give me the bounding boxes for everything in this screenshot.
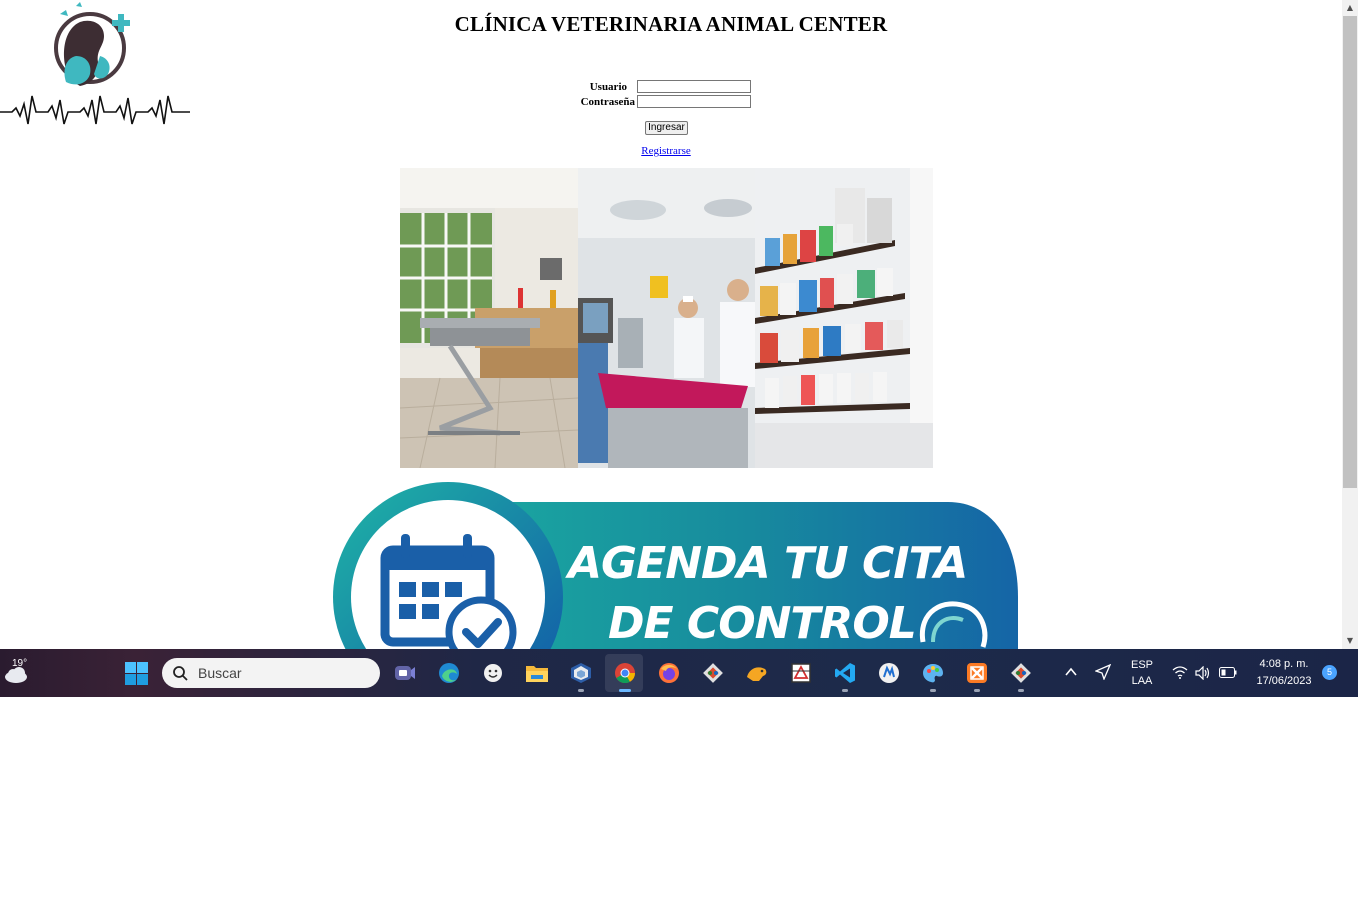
- exam-room-photo: [400, 168, 578, 468]
- file-explorer-icon[interactable]: [525, 661, 549, 685]
- running-indicator: [930, 689, 936, 692]
- username-label: Usuario: [589, 81, 627, 93]
- chrome-icon[interactable]: [613, 661, 637, 685]
- browser-viewport: CLÍNICA VETERINARIA ANIMAL CENTER Usuari…: [0, 0, 1342, 649]
- banner-line2: DE CONTROL: [608, 598, 917, 649]
- paint-icon[interactable]: [921, 661, 945, 685]
- register-link[interactable]: Registrarse: [0, 145, 1332, 157]
- edge-dev-icon[interactable]: [877, 661, 901, 685]
- scroll-up-arrow[interactable]: ▲: [1342, 0, 1358, 16]
- page-title: CLÍNICA VETERINARIA ANIMAL CENTER: [454, 12, 888, 36]
- clinic-photos: [400, 168, 933, 468]
- scrollbar-thumb[interactable]: [1343, 16, 1357, 488]
- password-input[interactable]: [637, 95, 751, 108]
- login-button[interactable]: Ingresar: [645, 121, 688, 135]
- notification-badge[interactable]: 5: [1322, 665, 1337, 680]
- teams-icon[interactable]: [393, 661, 417, 685]
- vscode-icon[interactable]: [833, 661, 857, 685]
- location-arrow-icon[interactable]: [1095, 664, 1111, 680]
- dbeaver-icon[interactable]: [745, 661, 769, 685]
- windows-start-icon[interactable]: [125, 662, 148, 685]
- clock-time[interactable]: 4:08 p. m.: [1248, 658, 1320, 670]
- taskbar: 19° Buscar ESP LAA 4:08 p. m. 17/06/2023: [0, 649, 1358, 697]
- edge-icon[interactable]: [437, 661, 461, 685]
- keyboard-layout[interactable]: LAA: [1126, 675, 1158, 687]
- git-icon[interactable]: [701, 661, 725, 685]
- running-indicator: [1018, 689, 1024, 692]
- vertical-scrollbar[interactable]: ▲ ▼: [1342, 0, 1358, 649]
- search-placeholder: Buscar: [198, 665, 242, 681]
- battery-icon[interactable]: [1219, 667, 1237, 678]
- search-icon: [173, 666, 188, 681]
- weather-temp: 19°: [12, 658, 28, 669]
- wifi-icon[interactable]: [1172, 666, 1188, 679]
- staruml-icon[interactable]: [789, 661, 813, 685]
- username-input[interactable]: [637, 80, 751, 93]
- running-indicator: [974, 689, 980, 692]
- chevron-up-icon[interactable]: [1065, 667, 1077, 677]
- banner-line1: AGENDA TU CITA: [568, 538, 968, 589]
- clock-date[interactable]: 17/06/2023: [1248, 675, 1320, 687]
- active-indicator: [619, 689, 631, 692]
- git-gui-icon[interactable]: [1009, 661, 1033, 685]
- running-indicator: [842, 689, 848, 692]
- language-indicator[interactable]: ESP: [1126, 659, 1158, 671]
- password-label: Contraseña: [580, 96, 635, 108]
- xampp-icon[interactable]: [965, 661, 989, 685]
- volume-icon[interactable]: [1195, 666, 1211, 680]
- firefox-icon[interactable]: [657, 661, 681, 685]
- taskbar-search[interactable]: Buscar: [162, 658, 380, 688]
- running-indicator: [578, 689, 584, 692]
- scroll-down-arrow[interactable]: ▼: [1342, 633, 1358, 649]
- surgery-room-photo: [578, 168, 755, 468]
- pharmacy-photo: [755, 168, 933, 468]
- emoji-icon[interactable]: [481, 661, 505, 685]
- virtualbox-icon[interactable]: [569, 661, 593, 685]
- appointment-banner[interactable]: AGENDA TU CITA DE CONTROL: [333, 482, 1021, 649]
